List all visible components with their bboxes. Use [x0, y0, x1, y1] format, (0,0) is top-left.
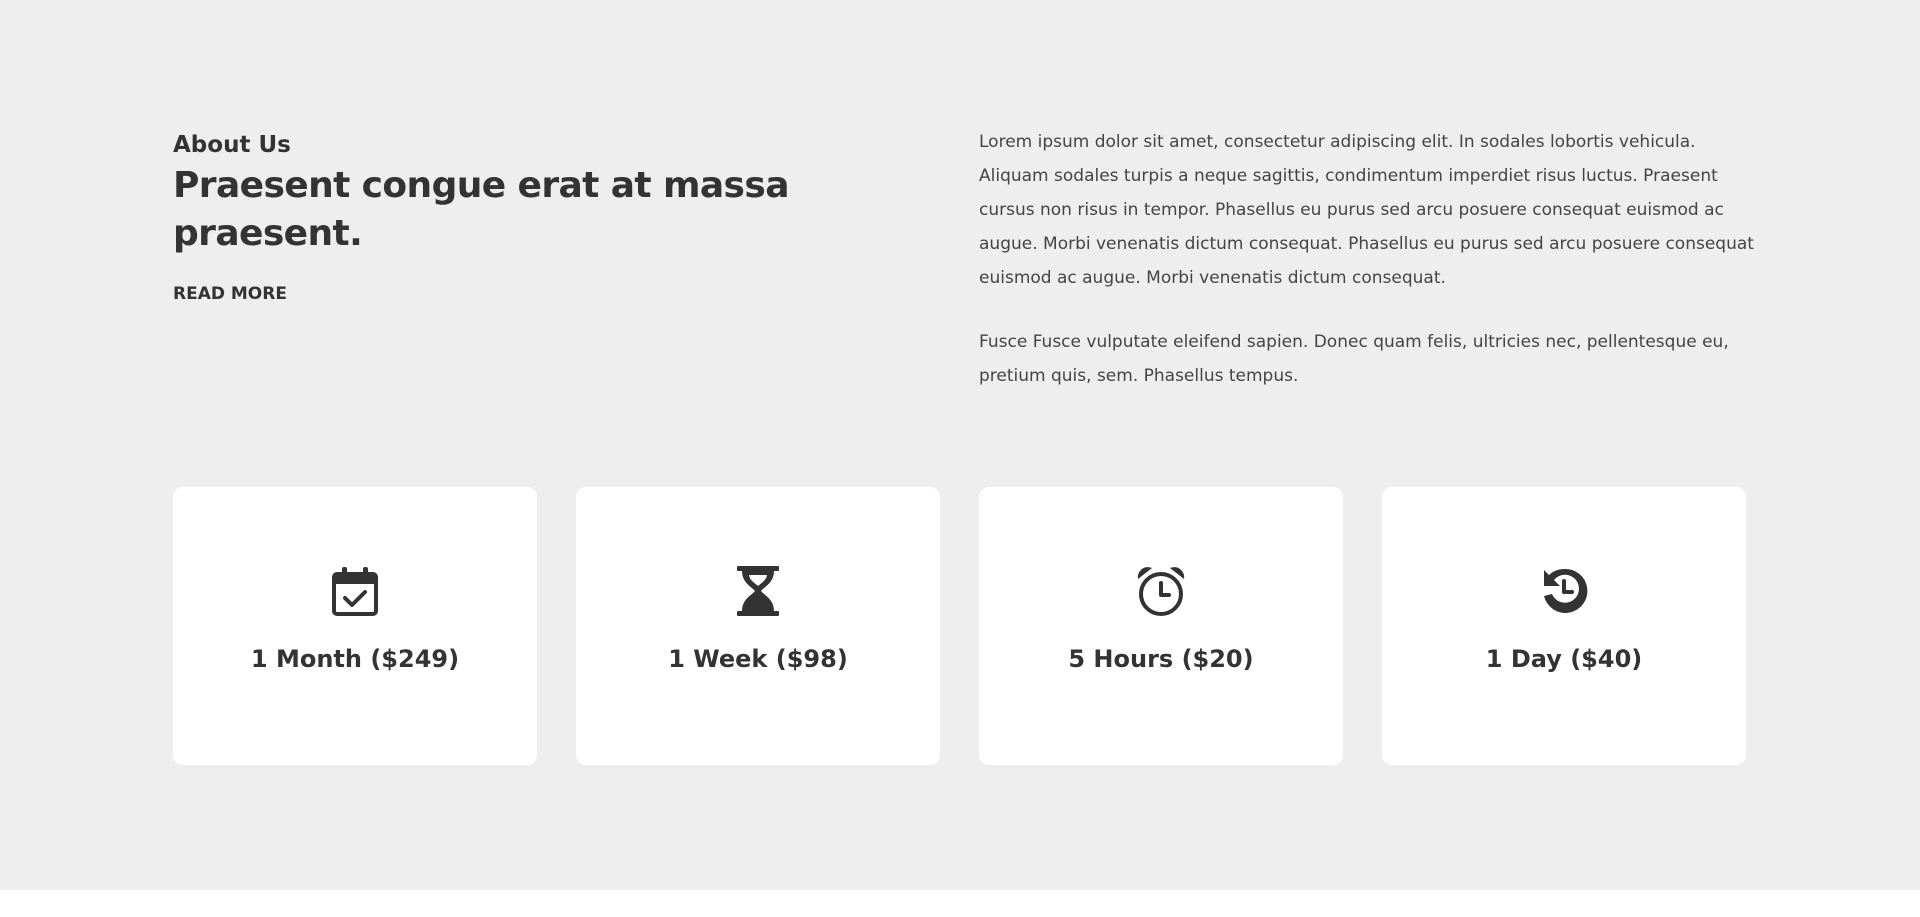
about-paragraph: Lorem ipsum dolor sit amet, consectetur …	[979, 132, 1754, 288]
section-headline: Praesent congue erat at massa praesent.	[173, 165, 790, 254]
section-eyebrow: About Us	[173, 132, 291, 158]
plan-label: 1 Month ($249)	[250, 645, 460, 673]
alarm-clock-icon	[1135, 565, 1187, 617]
plan-cards: 1 Month ($249) 1 Week ($98) 5 Hours ($20…	[173, 487, 1747, 765]
plan-card-day[interactable]: 1 Day ($40)	[1382, 487, 1746, 765]
hourglass-icon	[732, 565, 784, 617]
calendar-check-icon	[329, 565, 381, 617]
about-paragraph: Fusce Fusce vulputate eleifend sapien. D…	[979, 332, 1729, 386]
plan-label: 1 Day ($40)	[1485, 645, 1643, 673]
read-more-link[interactable]: READ MORE	[173, 282, 287, 306]
plan-card-week[interactable]: 1 Week ($98)	[576, 487, 940, 765]
history-icon	[1538, 565, 1590, 617]
about-description: Lorem ipsum dolor sit amet, consectetur …	[979, 125, 1759, 423]
about-section: About Us Praesent congue erat at massa p…	[0, 0, 1920, 890]
plan-label: 1 Week ($98)	[668, 645, 848, 673]
about-intro: About Us Praesent congue erat at massa p…	[173, 128, 933, 306]
plan-card-hours[interactable]: 5 Hours ($20)	[979, 487, 1343, 765]
plan-label: 5 Hours ($20)	[1068, 645, 1254, 673]
plan-card-month[interactable]: 1 Month ($249)	[173, 487, 537, 765]
